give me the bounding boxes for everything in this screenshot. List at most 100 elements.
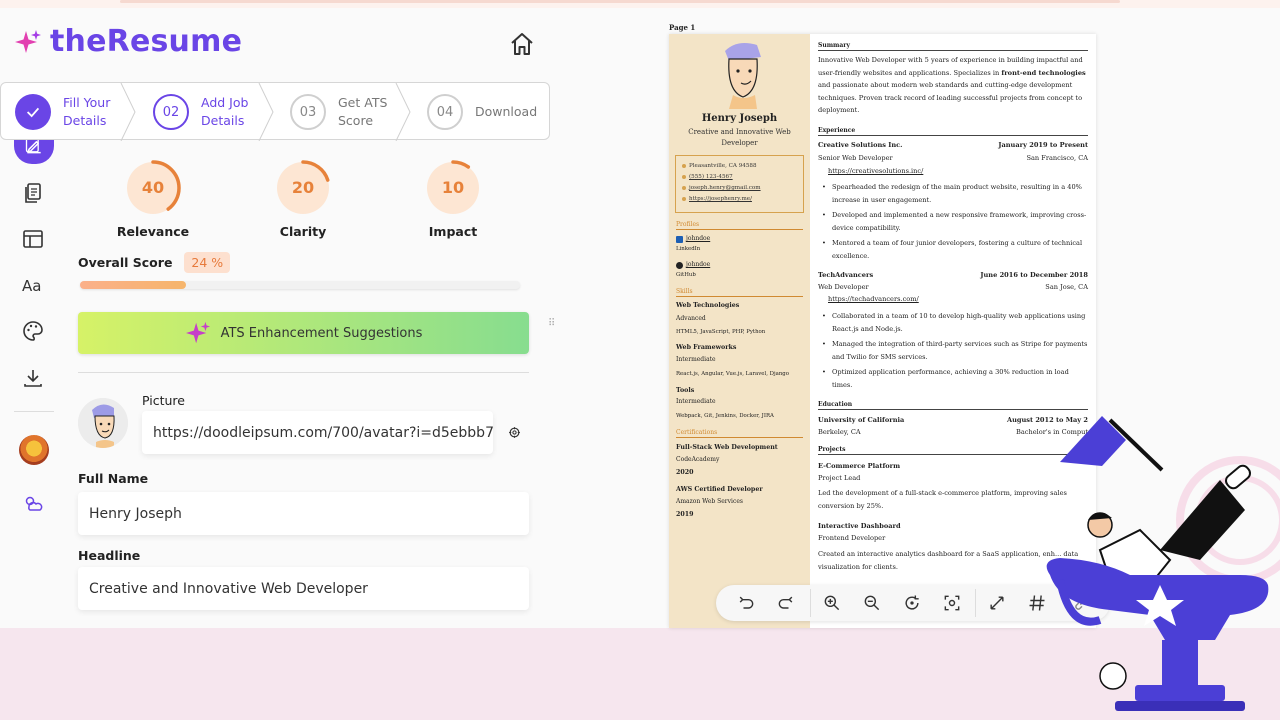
contact-website: https://josephenry.me/ <box>682 194 797 205</box>
app-title: theResume <box>50 24 243 59</box>
job-header: TechAdvancers June 2016 to December 2018 <box>818 271 1088 279</box>
job-bullet: Developed and implemented a new responsi… <box>822 209 1088 234</box>
fullname-input[interactable]: Henry Joseph <box>78 492 529 535</box>
step-label-line1: Add Job <box>201 95 249 110</box>
fullname-label: Full Name <box>78 471 149 486</box>
redo-icon[interactable] <box>776 593 796 613</box>
cert-issuer: Amazon Web Services <box>676 498 743 505</box>
job-header: Creative Solutions Inc. January 2019 to P… <box>818 141 1088 149</box>
svg-text:Aa: Aa <box>22 277 41 295</box>
skill-name: Web Technologies <box>676 302 740 309</box>
profile-avatar[interactable] <box>19 435 49 465</box>
step-add-job-details[interactable]: 02 Add Job Details <box>153 83 248 141</box>
drag-handle-icon[interactable]: ⠿ <box>548 318 555 329</box>
job-bullet: Optimized application performance, achie… <box>822 366 1088 391</box>
job-bullet: Collaborated in a team of 10 to develop … <box>822 310 1088 335</box>
step-number: 03 <box>290 94 326 130</box>
step-get-ats-score[interactable]: 03 Get ATS Score <box>290 83 387 141</box>
settings-icon[interactable] <box>508 426 521 439</box>
resume-name: Henry Joseph <box>701 113 778 124</box>
skill-keywords: HTML5, JavaScript, PHP, Python <box>676 329 766 335</box>
download-icon[interactable] <box>21 366 45 390</box>
top-progress-strip <box>0 0 1280 8</box>
page-label: Page 1 <box>669 23 696 32</box>
job-subheader: Web Developer San Jose, CA <box>818 283 1088 291</box>
skills-heading: Skills <box>676 288 803 297</box>
score-label: Relevance <box>116 224 190 239</box>
job-bullet: Mentored a team of four junior developer… <box>822 237 1088 262</box>
overall-score-label: Overall Score <box>78 255 173 270</box>
certifications-heading: Certifications <box>676 429 803 438</box>
picture-label: Picture <box>142 393 185 408</box>
undo-icon[interactable] <box>736 593 756 613</box>
profile-network: GitHub <box>676 272 696 278</box>
zoom-in-icon[interactable] <box>822 593 842 613</box>
score-relevance: 40 Relevance <box>98 160 208 239</box>
step-download[interactable]: 04 Download <box>427 83 537 141</box>
overall-score-fill <box>80 281 186 289</box>
score-label: Clarity <box>279 224 327 239</box>
score-clarity: 20 Clarity <box>248 160 358 239</box>
cert-name: AWS Certified Developer <box>676 486 763 493</box>
cert-year: 2019 <box>676 511 694 518</box>
step-chevron-separator <box>120 83 136 141</box>
step-fill-details[interactable]: Fill Your Details <box>15 83 110 141</box>
step-label-line1: Download <box>475 104 538 119</box>
overall-score-badge: 24 % <box>184 252 231 273</box>
resume-preview: Henry Joseph Creative and Innovative Web… <box>669 34 1096 628</box>
documents-icon[interactable] <box>21 181 45 205</box>
skill-level: Intermediate <box>676 356 716 363</box>
resume-headline: Creative and Innovative Web Developer <box>688 128 791 147</box>
step-number: 02 <box>153 94 189 130</box>
cert-issuer: CodeAcademy <box>676 456 720 463</box>
contact-phone: (555) 123-4567 <box>682 172 797 183</box>
step-label-line1: Get ATS <box>338 95 388 110</box>
overall-score-bar <box>80 281 520 289</box>
weather-icon[interactable] <box>21 492 45 516</box>
profile-handle: johndoe <box>686 235 711 242</box>
toolbar-separator <box>975 589 976 617</box>
skill-name: Web Frameworks <box>676 344 737 351</box>
skill-level: Advanced <box>676 315 706 322</box>
sparkle-icon <box>185 321 210 344</box>
profile-network: LinkedIn <box>676 246 701 252</box>
job-subheader: Senior Web Developer San Francisco, CA <box>818 154 1088 162</box>
skill-level: Intermediate <box>676 398 716 405</box>
experience-heading: Experience <box>818 127 1088 136</box>
expand-icon[interactable] <box>987 593 1007 613</box>
skill-keywords: React.js, Angular, Vue.js, Laravel, Djan… <box>676 371 789 377</box>
center-icon[interactable] <box>942 593 962 613</box>
score-label: Impact <box>428 224 478 239</box>
picture-avatar[interactable] <box>78 398 128 448</box>
zoom-out-icon[interactable] <box>862 593 882 613</box>
cert-year: 2020 <box>676 469 694 476</box>
step-label-line2: Details <box>201 113 245 128</box>
ats-suggestions-button[interactable]: ATS Enhancement Suggestions <box>78 312 529 354</box>
toolbar-separator <box>810 589 811 617</box>
headline-input[interactable]: Creative and Innovative Web Developer <box>78 567 529 610</box>
trophy-illustration <box>1046 416 1280 711</box>
contact-location: Pleasantville, CA 94588 <box>682 161 797 172</box>
score-value: 10 <box>441 178 465 197</box>
linkedin-icon <box>676 236 683 243</box>
sparkle-logo-icon <box>15 29 41 53</box>
summary-text: Innovative Web Developer with 5 years of… <box>818 56 1086 114</box>
layout-icon[interactable] <box>21 227 45 251</box>
score-value: 40 <box>141 178 165 197</box>
palette-icon[interactable] <box>21 319 45 343</box>
headline-label: Headline <box>78 548 141 563</box>
education-heading: Education <box>818 401 1088 410</box>
github-icon <box>676 262 683 269</box>
reset-zoom-icon[interactable] <box>902 593 922 613</box>
resume-contact-box: Pleasantville, CA 94588 (555) 123-4567 j… <box>675 155 804 213</box>
contact-email: joseph.henry@gmail.com <box>682 183 797 194</box>
brand[interactable]: theResume <box>14 24 242 59</box>
cert-name: Full-Stack Web Development <box>676 444 778 451</box>
picture-url-input[interactable]: https://doodleipsum.com/700/avatar?i=d5e… <box>142 411 493 454</box>
home-icon[interactable] <box>508 30 536 58</box>
job-url: https://creativesolutions.inc/ <box>828 167 924 175</box>
typography-icon[interactable]: Aa <box>21 273 45 297</box>
skill-name: Tools <box>676 387 695 394</box>
resume-avatar <box>725 43 761 109</box>
skill-keywords: Webpack, Git, Jenkins, Docker, JIRA <box>676 413 774 419</box>
